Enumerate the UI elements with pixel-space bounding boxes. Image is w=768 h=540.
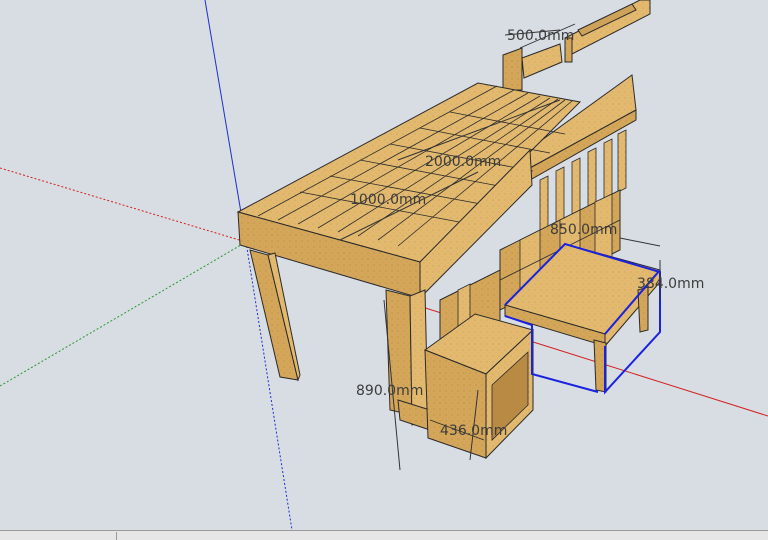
red-axis-dotted: [0, 167, 247, 243]
dimension-desk-depth[interactable]: 850.0mm: [550, 222, 617, 238]
status-bar: [0, 530, 768, 540]
dimension-width[interactable]: 1000.0mm: [350, 192, 426, 208]
model-viewport[interactable]: 2000.0mm 1000.0mm 890.0mm 436.0mm 850.0m…: [0, 0, 768, 530]
dimension-step-width[interactable]: 436.0mm: [440, 423, 507, 439]
dimension-shelf-width[interactable]: 500.0mm: [507, 28, 574, 44]
dimension-desk-height[interactable]: 384.0mm: [637, 276, 704, 292]
blue-axis: [204, 0, 247, 243]
green-axis: [0, 241, 247, 387]
wall-shelf[interactable]: [502, 0, 651, 91]
status-bar-left-panel: [0, 532, 117, 540]
dimension-height[interactable]: 890.0mm: [356, 383, 423, 399]
dimension-length[interactable]: 2000.0mm: [425, 154, 501, 170]
3d-scene[interactable]: 2000.0mm 1000.0mm 890.0mm 436.0mm 850.0m…: [0, 0, 768, 530]
